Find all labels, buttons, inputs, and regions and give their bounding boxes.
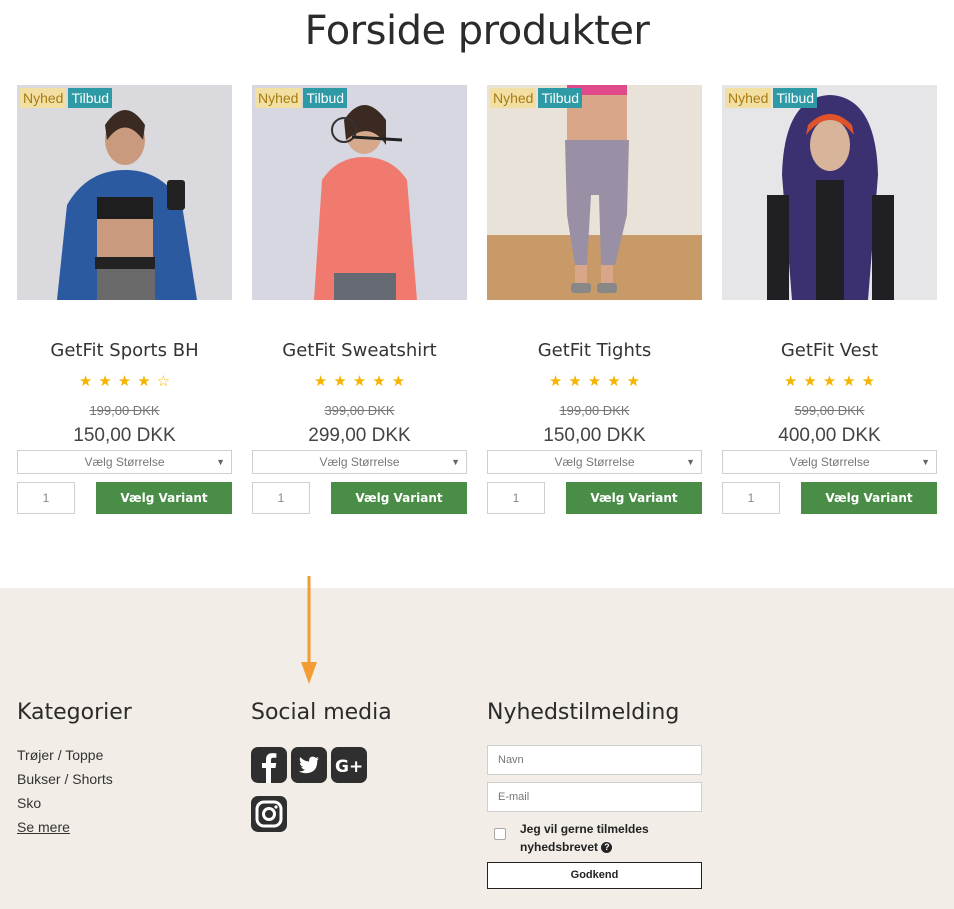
star-icon: ★ [137, 373, 157, 390]
star-icon: ★ [313, 373, 334, 390]
rating-stars: ★★★★☆ [17, 372, 232, 392]
star-icon: ★ [352, 373, 373, 390]
name-field[interactable]: Navn [487, 745, 702, 775]
category-link[interactable]: Sko [17, 791, 113, 815]
consent-text: Jeg vil gerne tilmeldes nyhedsbrevet [520, 822, 649, 854]
help-icon[interactable]: ? [601, 842, 613, 854]
product-name[interactable]: GetFit Sweatshirt [252, 338, 467, 364]
chevron-down-icon: ▼ [451, 457, 460, 467]
star-icon: ★ [568, 373, 588, 390]
rating-stars: ★★★★★ [722, 372, 937, 392]
product-image[interactable]: Nyhed Tilbud [252, 85, 467, 300]
quantity-input[interactable]: 1 [722, 482, 780, 514]
email-field[interactable]: E-mail [487, 782, 702, 812]
category-link[interactable]: Trøjer / Toppe [17, 743, 113, 767]
facebook-icon[interactable] [251, 747, 287, 783]
twitter-icon[interactable] [291, 747, 327, 783]
choose-variant-button[interactable]: Vælg Variant [331, 482, 467, 514]
product-image[interactable]: Nyhed Tilbud [722, 85, 937, 300]
category-link[interactable]: Bukser / Shorts [17, 767, 113, 791]
newsletter-consent-checkbox[interactable] [494, 828, 506, 840]
product-image[interactable]: Nyhed Tilbud [487, 85, 702, 300]
page-title: Forside produkter [304, 8, 650, 54]
size-select[interactable]: Vælg Størrelse ▼ [17, 450, 232, 474]
chevron-down-icon: ▼ [216, 457, 225, 467]
star-icon: ★ [842, 373, 862, 390]
old-price: 599,00 DKK [794, 403, 865, 418]
size-select[interactable]: Vælg Størrelse ▼ [252, 450, 467, 474]
star-icon: ★ [861, 373, 882, 390]
rating-stars: ★★★★★ [252, 372, 467, 392]
google-plus-icon[interactable]: G+ [331, 747, 367, 783]
star-icon: ★ [117, 373, 138, 390]
categories-list: Trøjer / Toppe Bukser / Shorts Sko Se me… [17, 743, 113, 839]
price: 150,00 DKK [73, 425, 176, 446]
size-select-value: Vælg Størrelse [319, 455, 400, 469]
price: 150,00 DKK [543, 425, 646, 446]
instagram-icon[interactable] [251, 796, 287, 832]
chevron-down-icon: ▼ [686, 457, 695, 467]
product-card: Nyhed Tilbud GetFit Sweatshirt ★★★★★ 399… [252, 85, 467, 514]
sale-badge: Tilbud [538, 88, 583, 108]
old-price: 399,00 DKK [324, 403, 395, 418]
star-icon: ★ [783, 373, 804, 390]
size-select-value: Vælg Størrelse [789, 455, 870, 469]
star-icon: ★ [607, 373, 627, 390]
price: 299,00 DKK [308, 425, 411, 446]
star-icon: ★ [822, 373, 843, 390]
choose-variant-button[interactable]: Vælg Variant [566, 482, 702, 514]
star-icon: ★ [391, 373, 412, 390]
chevron-down-icon: ▼ [921, 457, 930, 467]
arrow-down-icon [301, 576, 317, 684]
star-icon: ★ [78, 373, 99, 390]
new-badge: Nyhed [20, 88, 67, 108]
social-title: Social media [251, 700, 392, 725]
star-empty-icon: ☆ [156, 373, 177, 390]
star-icon: ★ [548, 373, 569, 390]
svg-text:G+: G+ [335, 757, 363, 777]
size-select-value: Vælg Størrelse [84, 455, 165, 469]
old-price: 199,00 DKK [89, 403, 160, 418]
quantity-input[interactable]: 1 [17, 482, 75, 514]
quantity-input[interactable]: 1 [252, 482, 310, 514]
size-select[interactable]: Vælg Størrelse ▼ [722, 450, 937, 474]
sale-badge: Tilbud [773, 88, 818, 108]
product-card: Nyhed Tilbud GetFit Tights ★★★★★ 199,00 … [487, 85, 702, 514]
star-icon: ★ [372, 373, 392, 390]
product-card: Nyhed Tilbud GetFit Vest ★★★★★ 599,00 DK… [722, 85, 937, 514]
rating-stars: ★★★★★ [487, 372, 702, 392]
product-name[interactable]: GetFit Sports BH [17, 338, 232, 364]
product-card: Nyhed Tilbud GetFit Sports BH ★★★★☆ 199,… [17, 85, 232, 514]
price: 400,00 DKK [778, 425, 881, 446]
sale-badge: Tilbud [303, 88, 348, 108]
product-name[interactable]: GetFit Vest [722, 338, 937, 364]
product-name[interactable]: GetFit Tights [487, 338, 702, 364]
product-image[interactable]: Nyhed Tilbud [17, 85, 232, 300]
see-more-link[interactable]: Se mere [17, 815, 113, 839]
submit-button[interactable]: Godkend [487, 862, 702, 889]
old-price: 199,00 DKK [559, 403, 630, 418]
choose-variant-button[interactable]: Vælg Variant [96, 482, 232, 514]
newsletter-consent-label: Jeg vil gerne tilmeldes nyhedsbrevet ? [520, 820, 700, 856]
star-icon: ★ [803, 373, 823, 390]
new-badge: Nyhed [490, 88, 537, 108]
star-icon: ★ [626, 373, 647, 390]
star-icon: ★ [587, 373, 608, 390]
star-icon: ★ [333, 373, 353, 390]
size-select-value: Vælg Størrelse [554, 455, 635, 469]
quantity-input[interactable]: 1 [487, 482, 545, 514]
size-select[interactable]: Vælg Størrelse ▼ [487, 450, 702, 474]
star-icon: ★ [98, 373, 118, 390]
sale-badge: Tilbud [68, 88, 113, 108]
choose-variant-button[interactable]: Vælg Variant [801, 482, 937, 514]
new-badge: Nyhed [725, 88, 772, 108]
categories-title: Kategorier [17, 700, 132, 725]
footer: Kategorier Trøjer / Toppe Bukser / Short… [0, 588, 954, 909]
new-badge: Nyhed [255, 88, 302, 108]
newsletter-title: Nyhedstilmelding [487, 700, 680, 725]
